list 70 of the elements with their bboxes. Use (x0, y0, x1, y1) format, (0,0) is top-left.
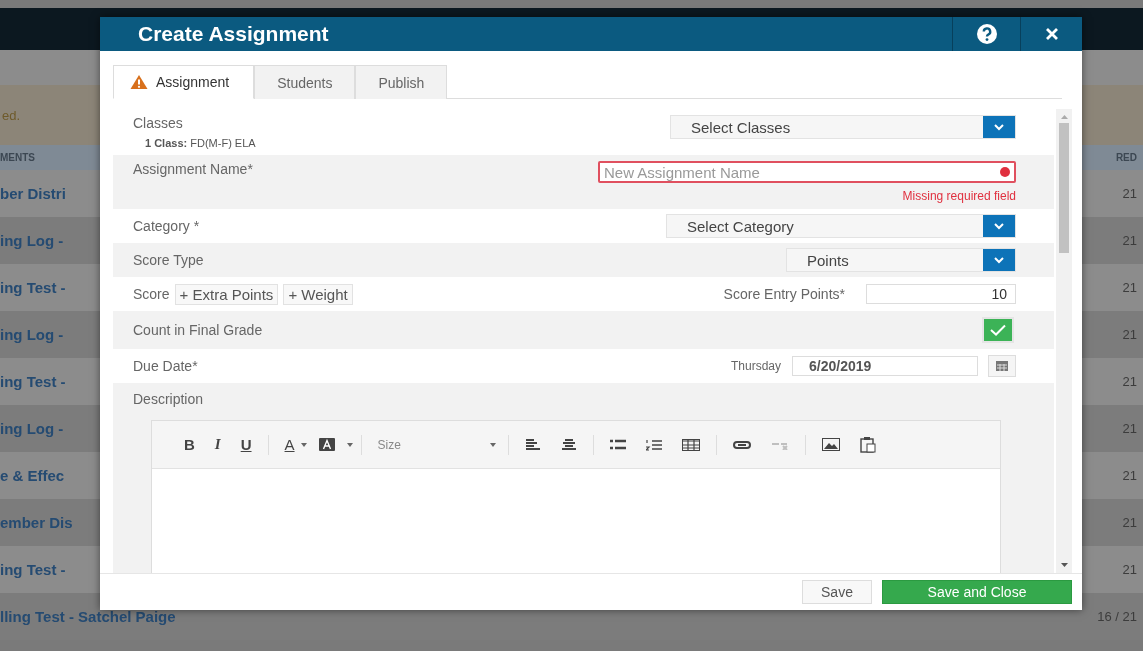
link-icon (732, 440, 751, 449)
tab[interactable]: Assignment (113, 65, 255, 99)
score-text: 21 (1122, 186, 1138, 201)
highlight-icon (318, 438, 335, 451)
close-icon (1044, 27, 1059, 41)
error-icon (1000, 167, 1010, 177)
score-text: 21 (1122, 327, 1138, 342)
format-button[interactable]: B (176, 432, 203, 457)
field-label: Due Date* (133, 358, 198, 374)
tab[interactable]: Students (254, 65, 356, 99)
field-label: Score Entry Points* (723, 286, 845, 302)
caret-icon (346, 442, 353, 447)
due-date-field[interactable]: 6/20/2019 (792, 356, 978, 376)
column-header: RED (1115, 152, 1138, 163)
column-header: MENTS (0, 152, 35, 163)
field-label: Count in Final Grade (133, 322, 263, 338)
calendar-button[interactable] (988, 355, 1016, 377)
field-label: Score (133, 286, 170, 302)
score-text: 21 (1122, 421, 1138, 436)
checkbox[interactable] (982, 317, 1014, 343)
calendar-icon (996, 361, 1008, 371)
field-label: Score Type (133, 252, 204, 268)
select-dropdown[interactable]: Select Category (666, 214, 1016, 238)
weekday-text: Thursday (730, 359, 781, 373)
notice-text: ed. (1, 107, 21, 123)
caret-icon (489, 442, 496, 447)
dialog-title: Create Assignment (137, 22, 330, 46)
image-icon (821, 438, 840, 451)
score-text: 21 (1122, 468, 1138, 483)
select-dropdown[interactable]: Select Classes (670, 115, 1016, 139)
size-dropdown[interactable]: Size (369, 437, 500, 452)
field-label: Classes (133, 115, 184, 131)
bulleted-list-icon (609, 438, 626, 451)
format-button[interactable]: I (206, 432, 229, 457)
chevron-down-icon (994, 256, 1004, 264)
format-button[interactable]: U (232, 432, 260, 457)
scrollbar-thumb[interactable] (1059, 123, 1069, 253)
field-label: Description (133, 391, 204, 407)
save-button[interactable]: Save (802, 580, 872, 604)
tab[interactable]: Publish (355, 65, 448, 99)
save-and-close-button[interactable]: Save and Close (882, 580, 1072, 604)
add-button[interactable]: + Extra Points (174, 283, 279, 305)
field-label: Assignment Name* (133, 161, 253, 177)
score-text: 16 / 21 (1097, 609, 1138, 624)
scrollbar[interactable] (1056, 109, 1072, 573)
chevron-down-icon (994, 123, 1004, 131)
check-icon (990, 324, 1006, 336)
score-entry-field[interactable]: 10 (866, 284, 1016, 304)
text-color-button[interactable]: A (276, 432, 297, 457)
scroll-up-icon (1060, 115, 1068, 119)
score-text: 21 (1122, 374, 1138, 389)
class-summary: 1 Class: FD(M-F) ELA (144, 137, 256, 149)
chevron-down-icon (994, 222, 1004, 230)
add-button[interactable]: + Weight (283, 283, 353, 305)
numbered-list-icon (645, 438, 662, 451)
score-text: 21 (1122, 280, 1138, 295)
align-center-icon (560, 438, 577, 451)
score-text: 21 (1122, 233, 1138, 248)
assignment-name-field[interactable]: New Assignment Name (598, 161, 1016, 183)
table-icon (681, 438, 700, 451)
align-left-icon (524, 438, 541, 451)
score-text: 21 (1122, 562, 1138, 577)
score-text: 21 (1122, 515, 1138, 530)
caret-icon (300, 442, 307, 447)
paste-icon (859, 436, 876, 453)
help-icon (975, 23, 998, 45)
error-message: Missing required field (902, 189, 1016, 203)
field-label: Category * (133, 218, 200, 234)
select-dropdown[interactable]: Points (786, 248, 1016, 272)
scroll-down-icon (1060, 563, 1068, 567)
